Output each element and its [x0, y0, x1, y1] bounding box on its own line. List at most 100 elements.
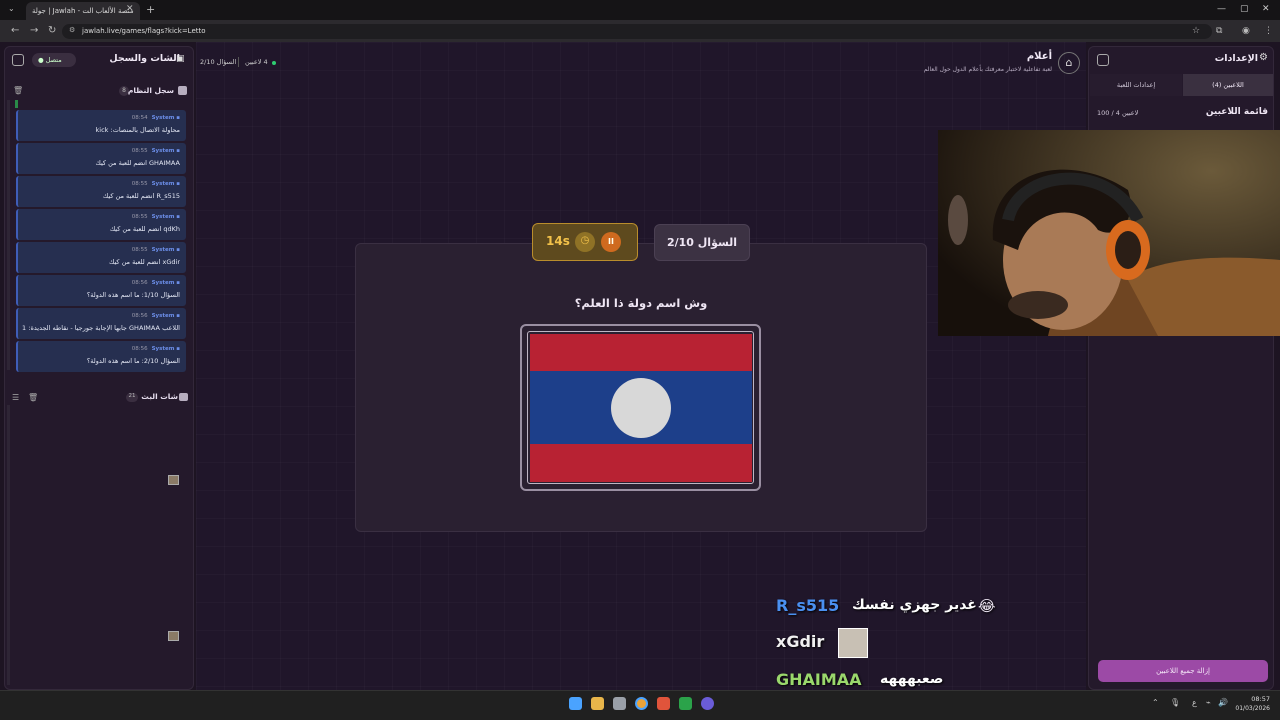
log-text: qdKh انضم للعبة من كيك	[109, 225, 180, 233]
panel-toggle-icon[interactable]	[1097, 54, 1109, 66]
clock-icon: ◷	[575, 232, 595, 252]
tab-players[interactable]: اللاعبين (4)	[1183, 74, 1273, 96]
bookmark-star-icon[interactable]: ☆	[1192, 26, 1200, 36]
extensions-icon[interactable]: ⧉	[1216, 26, 1222, 36]
browser-tab[interactable]: جولة | Jawlah - منصة الألعاب الت	[26, 2, 140, 20]
log-time: 08:55	[131, 214, 148, 220]
brave-icon[interactable]	[657, 697, 670, 710]
players-count: 100 / 4 لاعبين	[1097, 109, 1139, 117]
reload-icon[interactable]: ↻	[48, 25, 56, 36]
laughing-emoji-icon: 😂	[978, 597, 996, 615]
log-text: محاولة الاتصال بالمنصات: kick	[95, 126, 180, 134]
chrome-icon[interactable]	[635, 697, 648, 710]
players-status: 4 لاعبين	[245, 58, 268, 66]
system-log-entry: 08:55 System ▪ GHAIMAA انضم للعبة من كيك	[16, 143, 186, 174]
log-time: 08:54	[131, 115, 148, 121]
log-meta: 08:55 System ▪	[132, 148, 180, 154]
panel-toggle-icon[interactable]	[12, 54, 24, 66]
tab-close-icon[interactable]: ✕	[126, 4, 134, 14]
tab-title: جولة | Jawlah - منصة الألعاب الت	[32, 7, 134, 15]
mic-icon[interactable]: 🎙	[1170, 698, 1180, 707]
log-time: 08:55	[131, 247, 148, 253]
log-meta: 08:55 System ▪	[132, 247, 180, 253]
system-icon: ▪	[176, 214, 180, 220]
flag-stripe-top	[530, 334, 752, 371]
chat-bubble-icon: ▣	[176, 54, 185, 64]
browser-tabstrip	[0, 0, 1280, 20]
webcam-image	[938, 130, 1280, 336]
game-title: أعلام	[1026, 51, 1052, 62]
log-meta: 08:55 System ▪	[132, 181, 180, 187]
log-text: اللاعب GHAIMAA جابها الإجابة جورجيا - نق…	[22, 324, 180, 332]
home-icon: ⌂	[1065, 56, 1073, 69]
url-text: jawlah.live/games/flags?kick=Letto	[82, 27, 206, 35]
log-time: 08:55	[131, 148, 148, 154]
overlay-message: غدير جهزي نفسك	[852, 597, 977, 613]
clear-log-trash-icon[interactable]: 🗑	[13, 86, 23, 95]
system-icon: ▪	[176, 346, 180, 352]
volume-icon[interactable]: 🔊	[1218, 698, 1228, 707]
chat-scrollbar[interactable]	[7, 405, 10, 685]
tab-search-icon[interactable]: ⌄	[8, 4, 15, 13]
emote-image	[168, 475, 179, 485]
minimize-icon[interactable]: —	[1217, 4, 1226, 14]
clock-time[interactable]: 08:57	[1230, 695, 1270, 703]
online-dot-icon	[272, 61, 276, 65]
log-text: السؤال 1/10: ما اسم هذه الدولة؟	[86, 291, 180, 299]
system-log-scrollbar[interactable]	[7, 100, 10, 370]
log-sender: System	[151, 148, 175, 154]
header-divider	[238, 57, 239, 67]
maximize-icon[interactable]: ▢	[1240, 4, 1249, 14]
system-log-entry: 08:56 System ▪ السؤال 1/10: ما اسم هذه الد…	[16, 275, 186, 306]
clear-chat-trash-icon[interactable]: 🗑	[28, 393, 38, 402]
remove-all-players-button[interactable]: إزالة جميع اللاعبين	[1098, 660, 1268, 682]
new-tab-icon[interactable]: +	[146, 3, 155, 16]
system-icon: ▪	[176, 280, 180, 286]
profile-icon[interactable]: ◉	[1242, 26, 1250, 36]
forward-icon[interactable]: →	[30, 25, 38, 36]
tab-game-settings[interactable]: إعدادات اللعبة	[1090, 74, 1182, 96]
back-icon[interactable]: ←	[11, 25, 19, 36]
players-list-title: قائمة اللاعبين	[1205, 107, 1268, 117]
overlay-username: R_s515	[776, 596, 840, 615]
input-language[interactable]: ع	[1192, 698, 1197, 707]
log-sender: System	[151, 214, 175, 220]
system-log-title: سجل النظام	[127, 86, 174, 95]
log-text: GHAIMAA انضم للعبة من كيك	[95, 159, 180, 167]
start-icon[interactable]	[569, 697, 582, 710]
overlay-avatar	[838, 628, 868, 658]
menu-icon[interactable]: ⋮	[1264, 26, 1273, 36]
window-close-icon[interactable]: ✕	[1262, 4, 1270, 14]
log-time: 08:55	[131, 181, 148, 187]
system-icon: ▪	[176, 181, 180, 187]
system-log-icon	[178, 86, 187, 95]
emote-image	[168, 631, 179, 641]
question-number-badge: السؤال 2/10	[654, 224, 750, 261]
log-meta: 08:54 System ▪	[132, 115, 180, 121]
system-icon: ▪	[176, 115, 180, 121]
pause-button[interactable]: II	[601, 232, 621, 252]
system-log-entry: 08:54 System ▪ محاولة الاتصال بالمنصات: ki…	[16, 110, 186, 141]
overlay-message: صعبهههه	[880, 671, 944, 687]
log-meta: 08:55 System ▪	[132, 214, 180, 220]
timer-text: 14s	[546, 234, 570, 248]
app-green-icon[interactable]	[679, 697, 692, 710]
discord-icon[interactable]	[701, 697, 714, 710]
log-sender: System	[151, 346, 175, 352]
store-icon[interactable]	[613, 697, 626, 710]
file-explorer-icon[interactable]	[591, 697, 604, 710]
tray-up-arrow-icon[interactable]: ⌃	[1152, 698, 1159, 707]
log-sender: System	[151, 115, 175, 121]
gear-icon: ⚙	[1259, 52, 1268, 63]
log-meta: 08:56 System ▪	[132, 346, 180, 352]
network-icon[interactable]: ⌁	[1206, 698, 1211, 707]
system-log-entry: 08:55 System ▪ R_s515 انضم للعبة من كيك	[16, 176, 186, 207]
home-button[interactable]: ⌂	[1058, 52, 1080, 74]
site-info-icon[interactable]: ⚙	[69, 26, 75, 34]
address-bar[interactable]: jawlah.live/games/flags?kick=Letto	[62, 24, 1212, 39]
webcam-overlay	[938, 130, 1280, 336]
chat-filter-icon[interactable]: ☰	[12, 393, 19, 402]
connection-status-badge: ● متصل	[32, 53, 76, 67]
system-log-entry: 08:56 System ▪ اللاعب GHAIMAA جابها الإجاب…	[16, 308, 186, 339]
clock-date[interactable]: 01/03/2026	[1230, 705, 1270, 712]
